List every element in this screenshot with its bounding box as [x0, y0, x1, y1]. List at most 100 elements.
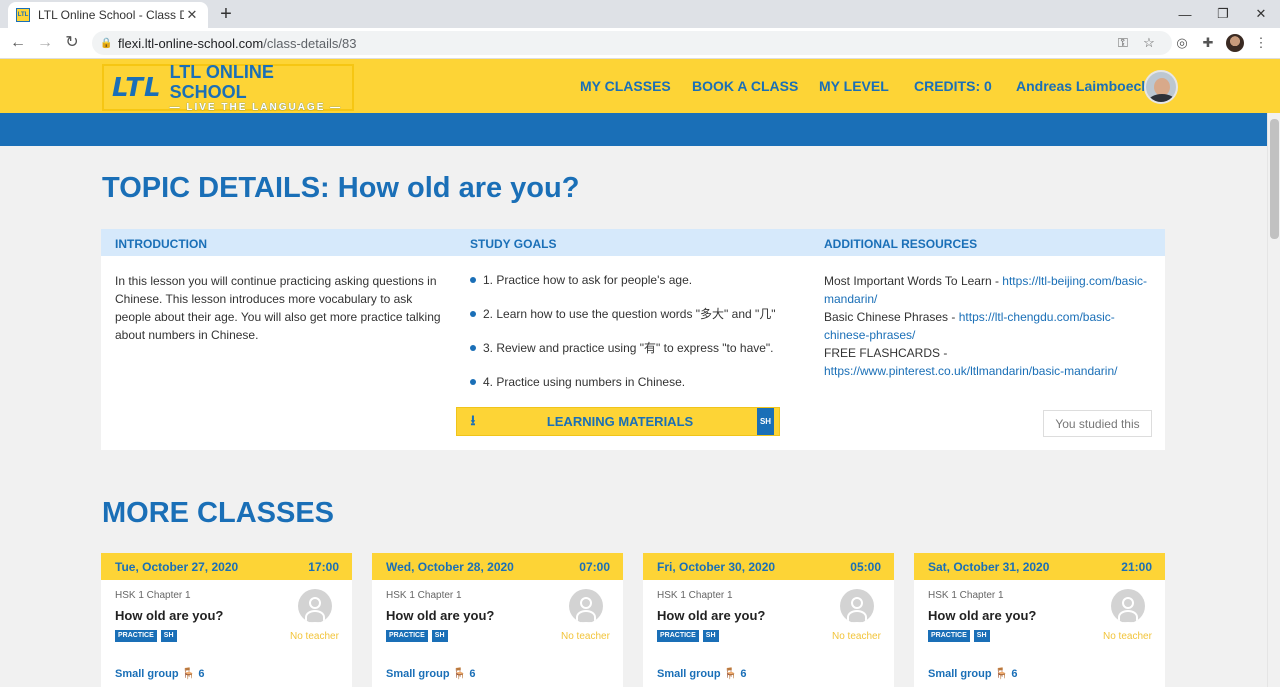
study-goals-heading: STUDY GOALS [470, 237, 557, 251]
class-card-header: Wed, October 28, 2020 07:00 [372, 553, 623, 580]
class-chapter: HSK 1 Chapter 1 [386, 590, 462, 601]
logo-tagline: — LIVE THE LANGUAGE — [169, 102, 343, 113]
url-field[interactable]: 🔒 flexi.ltl-online-school.com/class-deta… [92, 31, 1172, 55]
sh-badge: SH [973, 630, 990, 642]
class-date: Fri, October 30, 2020 [657, 559, 776, 574]
class-group-size: Small group 🪑 6 [115, 668, 205, 680]
class-date: Wed, October 28, 2020 [386, 559, 514, 574]
maximize-button[interactable]: ❐ [1204, 0, 1242, 28]
nav-user-name[interactable]: Andreas Laimboeck [1016, 78, 1149, 94]
class-card[interactable]: Sat, October 31, 2020 21:00 HSK 1 Chapte… [914, 553, 1165, 687]
class-card[interactable]: Wed, October 28, 2020 07:00 HSK 1 Chapte… [372, 553, 623, 687]
class-time: 07:00 [579, 559, 610, 574]
practice-badge: PRACTICE [115, 630, 157, 642]
practice-badge: PRACTICE [386, 630, 428, 642]
class-time: 21:00 [1121, 559, 1152, 574]
tab-close-icon[interactable]: ✕ [184, 7, 200, 23]
nav-book-class[interactable]: BOOK A CLASS [692, 78, 798, 94]
teacher-status: No teacher [832, 631, 881, 642]
topic-header-row: INTRODUCTION STUDY GOALS ADDITIONAL RESO… [101, 229, 1165, 256]
teacher-status: No teacher [290, 631, 339, 642]
learning-materials-button[interactable]: ⭳ LEARNING MATERIALS SH [456, 407, 780, 436]
class-chapter: HSK 1 Chapter 1 [928, 590, 1004, 601]
logo-mark: LTL [112, 72, 162, 103]
resource-link[interactable]: https://www.pinterest.co.uk/ltlmandarin/… [824, 364, 1117, 378]
practice-badge: PRACTICE [928, 630, 970, 642]
topic-card: INTRODUCTION STUDY GOALS ADDITIONAL RESO… [101, 229, 1165, 450]
class-time: 17:00 [308, 559, 339, 574]
class-group-size: Small group 🪑 6 [928, 668, 1018, 680]
logo-brand: LTL ONLINE SCHOOL [169, 62, 274, 102]
class-date: Tue, October 27, 2020 [115, 559, 239, 574]
introduction-heading: INTRODUCTION [115, 237, 207, 251]
teacher-placeholder-icon [1111, 589, 1145, 623]
class-chapter: HSK 1 Chapter 1 [115, 590, 191, 601]
site-logo[interactable]: LTL LTL ONLINE SCHOOL — LIVE THE LANGUAG… [102, 62, 354, 113]
studied-status-button[interactable]: You studied this [1043, 410, 1152, 437]
class-badges: PRACTICE SH [928, 630, 990, 642]
class-group-size: Small group 🪑 6 [657, 668, 747, 680]
user-avatar[interactable] [1144, 70, 1178, 104]
nav-my-classes[interactable]: MY CLASSES [580, 78, 671, 94]
class-title[interactable]: How old are you? [115, 608, 223, 623]
site-header: LTL LTL ONLINE SCHOOL — LIVE THE LANGUAG… [0, 59, 1280, 113]
tab-title: LTL Online School - Class Details [38, 8, 184, 22]
new-tab-button[interactable]: + [216, 4, 236, 24]
study-goals-list: 1. Practice how to ask for people's age.… [470, 272, 800, 408]
url-path: /class-details/83 [263, 35, 357, 51]
class-chapter: HSK 1 Chapter 1 [657, 590, 733, 601]
back-arrow-icon[interactable]: ← [8, 33, 28, 53]
resource-label: FREE FLASHCARDS - [824, 346, 948, 360]
scrollbar-thumb[interactable] [1270, 119, 1279, 239]
class-badges: PRACTICE SH [657, 630, 719, 642]
goal-item: 1. Practice how to ask for people's age. [470, 272, 800, 306]
ltl-favicon-icon: LTL [16, 8, 30, 22]
menu-dots-icon[interactable]: ⋮ [1252, 34, 1270, 52]
class-card[interactable]: Fri, October 30, 2020 05:00 HSK 1 Chapte… [643, 553, 894, 687]
sh-badge: SH [757, 408, 774, 435]
extension-icon[interactable]: ◎ [1173, 34, 1191, 52]
goal-item: 4. Practice using numbers in Chinese. [470, 374, 800, 408]
class-card-header: Tue, October 27, 2020 17:00 [101, 553, 352, 580]
resource-label: Basic Chinese Phrases - [824, 310, 959, 324]
resources-heading: ADDITIONAL RESOURCES [824, 237, 978, 251]
resource-item: Basic Chinese Phrases - https://ltl-chen… [824, 308, 1159, 344]
browser-tab[interactable]: LTL LTL Online School - Class Details ✕ [8, 2, 208, 28]
browser-tab-bar: LTL LTL Online School - Class Details ✕ … [0, 0, 1280, 28]
bookmark-star-icon[interactable]: ☆ [1140, 34, 1158, 52]
teacher-status: No teacher [561, 631, 610, 642]
class-date: Sat, October 31, 2020 [928, 559, 1050, 574]
page-title: TOPIC DETAILS: How old are you? [102, 172, 580, 204]
class-group-size: Small group 🪑 6 [386, 668, 476, 680]
class-card[interactable]: Tue, October 27, 2020 17:00 HSK 1 Chapte… [101, 553, 352, 687]
download-icon: ⭳ [470, 411, 476, 428]
teacher-placeholder-icon [840, 589, 874, 623]
puzzle-icon[interactable]: ✚ [1199, 34, 1217, 52]
resource-label: Most Important Words To Learn - [824, 274, 1003, 288]
more-classes-title: MORE CLASSES [102, 497, 335, 529]
class-card-header: Sat, October 31, 2020 21:00 [914, 553, 1165, 580]
learning-materials-label: LEARNING MATERIALS [546, 414, 694, 429]
goal-item: 3. Review and practice using "有" to expr… [470, 340, 800, 374]
key-icon[interactable]: ⚿ [1114, 34, 1132, 52]
nav-credits[interactable]: CREDITS: 0 [914, 78, 992, 94]
class-badges: PRACTICE SH [115, 630, 177, 642]
class-title[interactable]: How old are you? [386, 608, 494, 623]
profile-avatar[interactable] [1226, 34, 1244, 52]
practice-badge: PRACTICE [657, 630, 699, 642]
resource-item: FREE FLASHCARDS - https://www.pinterest.… [824, 344, 1159, 380]
class-badges: PRACTICE SH [386, 630, 448, 642]
resource-item: Most Important Words To Learn - https://… [824, 272, 1159, 308]
class-title[interactable]: How old are you? [928, 608, 1036, 623]
address-bar: ← → ↻ 🔒 flexi.ltl-online-school.com/clas… [0, 28, 1280, 59]
window-close-button[interactable]: ✕ [1242, 0, 1280, 28]
forward-arrow-icon[interactable]: → [35, 33, 55, 53]
minimize-button[interactable]: — [1166, 0, 1204, 28]
teacher-status: No teacher [1103, 631, 1152, 642]
nav-my-level[interactable]: MY LEVEL [819, 78, 889, 94]
class-title[interactable]: How old are you? [657, 608, 765, 623]
page-scrollbar[interactable] [1267, 113, 1280, 687]
reload-icon[interactable]: ↻ [62, 33, 82, 53]
sh-badge: SH [160, 630, 177, 642]
goal-item: 2. Learn how to use the question words "… [470, 306, 800, 340]
